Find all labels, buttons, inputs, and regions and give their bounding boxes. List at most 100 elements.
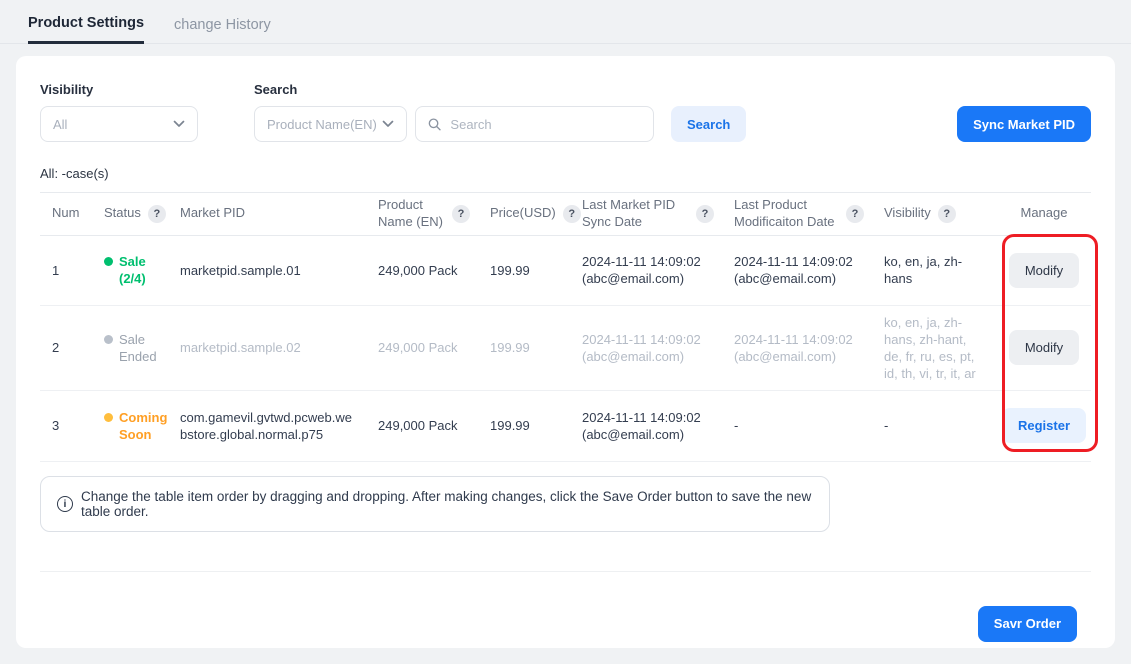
chevron-down-icon [173,120,185,128]
col-header-label: Visibility [884,205,931,222]
cell-num: 1 [40,254,96,287]
col-header-last-mod: Last Product Modificaiton Date? [726,193,876,235]
col-header-status: Status? [96,201,172,227]
col-header-label: Manage [1021,205,1068,222]
sync-by: (abc@email.com) [582,426,714,443]
mod-by: (abc@email.com) [734,270,864,287]
col-header-label: Market PID [180,205,245,222]
help-icon[interactable]: ? [148,205,166,223]
status-line: (2/4) [119,270,146,287]
status-dot-icon [104,257,113,266]
cell-manage: Modify [1000,322,1092,373]
status-dot-icon [104,335,113,344]
col-header-label: Price(USD) [490,205,556,222]
cell-product-name: 249,000 Pack [370,331,482,364]
col-header-product-name: Product Name (EN)? [370,193,482,235]
sync-market-pid-button[interactable]: Sync Market PID [957,106,1091,142]
tab-bar: Product Settings change History [0,0,1131,44]
cell-market-pid: marketpid.sample.02 [172,331,370,364]
col-header-market-pid: Market PID [172,201,370,226]
visibility-filter-group: Visibility All [40,82,254,142]
status-line: Sale Ended [119,331,160,365]
search-input[interactable] [450,117,641,132]
search-filter-label: Search [254,82,654,97]
col-header-manage: Manage [1000,201,1092,226]
cell-last-sync: 2024-11-11 14:09:02(abc@email.com) [574,323,726,373]
sync-date: 2024-11-11 14:09:02 [582,409,714,426]
save-order-button[interactable]: Savr Order [978,606,1077,642]
cell-last-mod: - [726,409,876,442]
status-text: ComingSoon [119,409,167,443]
table-header: Num Status? Market PID Product Name (EN)… [40,192,1091,236]
search-box [415,106,654,142]
cell-market-pid: marketpid.sample.01 [172,254,370,287]
product-settings-panel: Visibility All Search Product Name(EN) S… [16,56,1115,648]
status-badge: Sale(2/4) [96,245,172,295]
page: { "tabs": { "product_settings": "Product… [0,0,1131,664]
cell-product-name: 249,000 Pack [370,409,482,442]
col-header-label: Last Product Modificaiton Date [734,197,839,231]
sync-by: (abc@email.com) [582,270,714,287]
modify-button[interactable]: Modify [1009,330,1079,365]
cell-num: 3 [40,409,96,442]
status-badge: Sale Ended [96,323,172,373]
col-header-price: Price(USD)? [482,201,574,227]
mod-by: (abc@email.com) [734,348,864,365]
cell-manage: Register [1000,400,1092,451]
col-header-last-sync: Last Market PID Sync Date? [574,193,726,235]
cell-last-mod: 2024-11-11 14:09:02(abc@email.com) [726,323,876,373]
cell-product-name: 249,000 Pack [370,254,482,287]
help-icon[interactable]: ? [846,205,864,223]
cell-visibility: ko, en, ja, zh-hans, zh-hant, de, fr, ru… [876,306,1000,390]
col-header-label: Last Market PID Sync Date [582,197,689,231]
tab-product-settings[interactable]: Product Settings [28,15,144,44]
cell-market-pid: com.gamevil.gvtwd.pcweb.webstore.global.… [172,401,370,451]
divider [40,571,1091,572]
info-banner: i Change the table item order by draggin… [40,476,830,532]
status-text: Sale Ended [119,331,160,365]
search-filter-group: Search Product Name(EN) [254,82,654,142]
visibility-select[interactable]: All [40,106,198,142]
info-icon: i [57,496,73,512]
visibility-select-value: All [53,117,67,132]
help-icon[interactable]: ? [938,205,956,223]
status-line: Coming [119,409,167,426]
cell-visibility: - [876,409,1000,442]
chevron-down-icon [382,120,394,128]
sync-by: (abc@email.com) [582,348,714,365]
search-field-select[interactable]: Product Name(EN) [254,106,407,142]
mod-date: 2024-11-11 14:09:02 [734,253,864,270]
col-header-visibility: Visibility? [876,201,1000,227]
mod-date: - [734,417,864,434]
sync-date: 2024-11-11 14:09:02 [582,331,714,348]
search-button[interactable]: Search [671,106,746,142]
table-row[interactable]: 3 ComingSoon com.gamevil.gvtwd.pcweb.web… [40,391,1091,462]
cell-last-mod: 2024-11-11 14:09:02(abc@email.com) [726,245,876,295]
cell-price: 199.99 [482,331,574,364]
status-dot-icon [104,413,113,422]
case-count: All: -case(s) [40,166,1091,181]
col-header-label: Product Name (EN) [378,197,445,231]
help-icon[interactable]: ? [696,205,714,223]
tab-change-history[interactable]: change History [174,17,271,43]
help-icon[interactable]: ? [452,205,470,223]
table-row[interactable]: 2 Sale Ended marketpid.sample.02 249,000… [40,306,1091,391]
mod-date: 2024-11-11 14:09:02 [734,331,864,348]
table-row[interactable]: 1 Sale(2/4) marketpid.sample.01 249,000 … [40,236,1091,306]
footer-actions: Savr Order [40,606,1091,642]
cell-visibility: ko, en, ja, zh-hans [876,245,1000,295]
cell-manage: Modify [1000,245,1092,296]
col-header-label: Status [104,205,141,222]
cell-last-sync: 2024-11-11 14:09:02(abc@email.com) [574,401,726,451]
cell-last-sync: 2024-11-11 14:09:02(abc@email.com) [574,245,726,295]
info-text: Change the table item order by dragging … [81,489,813,519]
modify-button[interactable]: Modify [1009,253,1079,288]
visibility-filter-label: Visibility [40,82,254,97]
search-icon [428,117,441,132]
status-text: Sale(2/4) [119,253,146,287]
products-table: Num Status? Market PID Product Name (EN)… [40,192,1091,462]
col-header-label: Num [52,205,79,222]
status-badge: ComingSoon [96,401,172,451]
register-button[interactable]: Register [1002,408,1086,443]
cell-num: 2 [40,331,96,364]
